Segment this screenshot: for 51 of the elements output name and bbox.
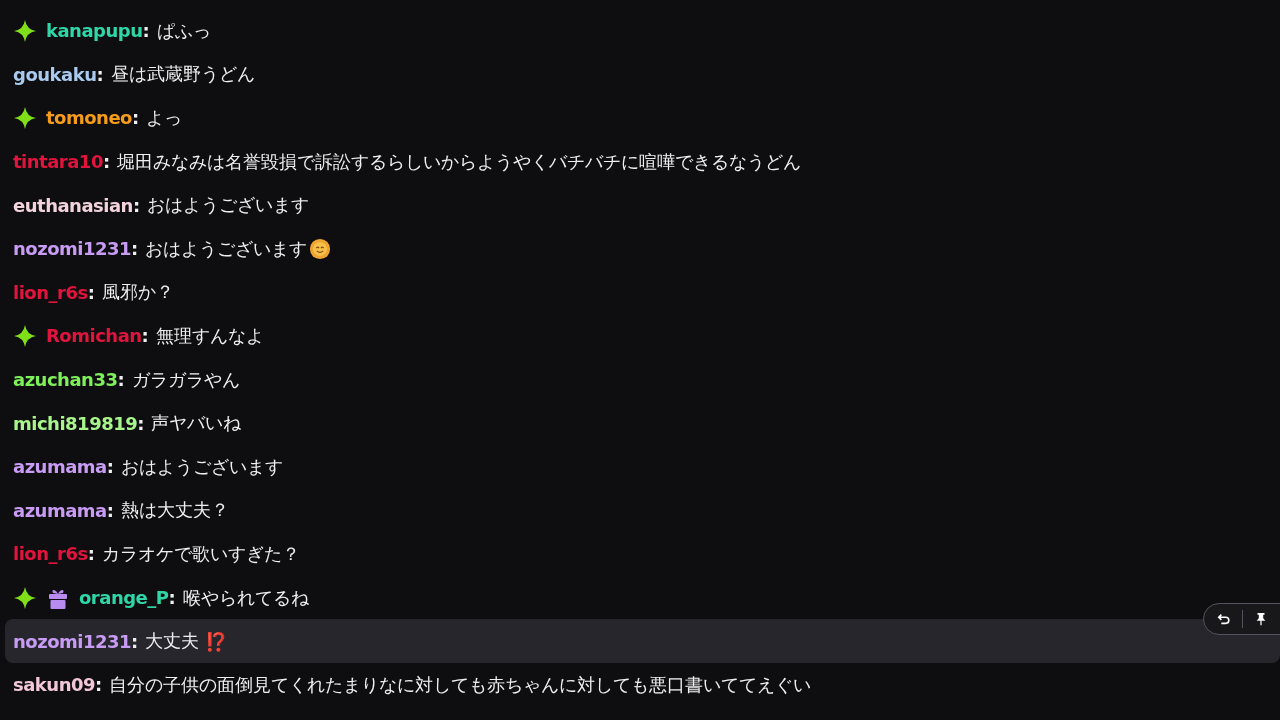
colon: : <box>102 151 111 173</box>
message-text: よっ <box>146 106 183 130</box>
message-text: おはようございます <box>147 193 310 218</box>
username[interactable]: lion_r6s <box>13 543 88 565</box>
username[interactable]: orange_P <box>79 587 169 608</box>
message-text: 無理すんなよ <box>155 323 264 348</box>
username[interactable]: tintara10 <box>13 151 103 173</box>
message-text: 風邪か？ <box>101 280 174 305</box>
colon: : <box>87 281 95 303</box>
colon: : <box>96 63 104 85</box>
colon: : <box>106 499 114 521</box>
pin-icon <box>1254 612 1268 627</box>
colon: : <box>142 20 150 42</box>
colon: : <box>87 543 95 565</box>
username[interactable]: azuchan33 <box>13 369 118 391</box>
username[interactable]: azumama <box>13 499 107 521</box>
username[interactable]: kanapupu <box>46 20 143 42</box>
colon: : <box>117 369 125 391</box>
colon: : <box>106 456 114 478</box>
message-text: おはようございます <box>120 454 283 479</box>
colon: : <box>141 325 149 347</box>
username[interactable]: tomoneo <box>46 107 132 129</box>
message-text: 大丈夫 <box>145 629 200 654</box>
message-text: ガラガラやん <box>131 367 240 392</box>
username[interactable]: euthanasian <box>13 194 133 216</box>
message-text: 昼は武蔵野うどん <box>110 62 255 87</box>
username[interactable]: Romichan <box>46 325 142 347</box>
username[interactable]: michi819819 <box>13 412 138 434</box>
colon: : <box>132 107 140 129</box>
message-text: ぱふっ <box>156 18 211 43</box>
message-text: 熱は大丈夫？ <box>120 498 229 523</box>
message-text: 声ヤバいね <box>151 411 242 436</box>
message-text: おはようございます <box>145 236 308 261</box>
reply-icon <box>1217 612 1231 627</box>
message-text: カラオケで歌いすぎた？ <box>101 541 300 566</box>
username[interactable]: nozomi1231 <box>13 630 132 652</box>
interrobang-emoji: ⁉ <box>205 630 228 652</box>
username[interactable]: nozomi1231 <box>13 238 132 260</box>
colon: : <box>131 630 139 652</box>
colon: : <box>132 194 141 216</box>
username[interactable]: lion_r6s <box>13 281 88 303</box>
username[interactable]: goukaku <box>13 63 97 85</box>
username[interactable]: azumama <box>13 456 107 478</box>
colon: : <box>168 587 176 608</box>
message-text: 自分の子供の面倒見てくれたまりなに対しても赤ちゃんに対しても悪口書いててえぐい <box>109 672 812 697</box>
colon: : <box>95 674 103 696</box>
message-text: 堀田みなみは名誉毀損で訴訟するらしいからようやくバチバチに喧嘩できるなうどん <box>117 149 802 174</box>
colon: : <box>137 412 145 434</box>
colon: : <box>131 238 139 260</box>
username[interactable]: sakun09 <box>13 674 95 696</box>
message-text: 喉やられてるね <box>182 585 309 610</box>
